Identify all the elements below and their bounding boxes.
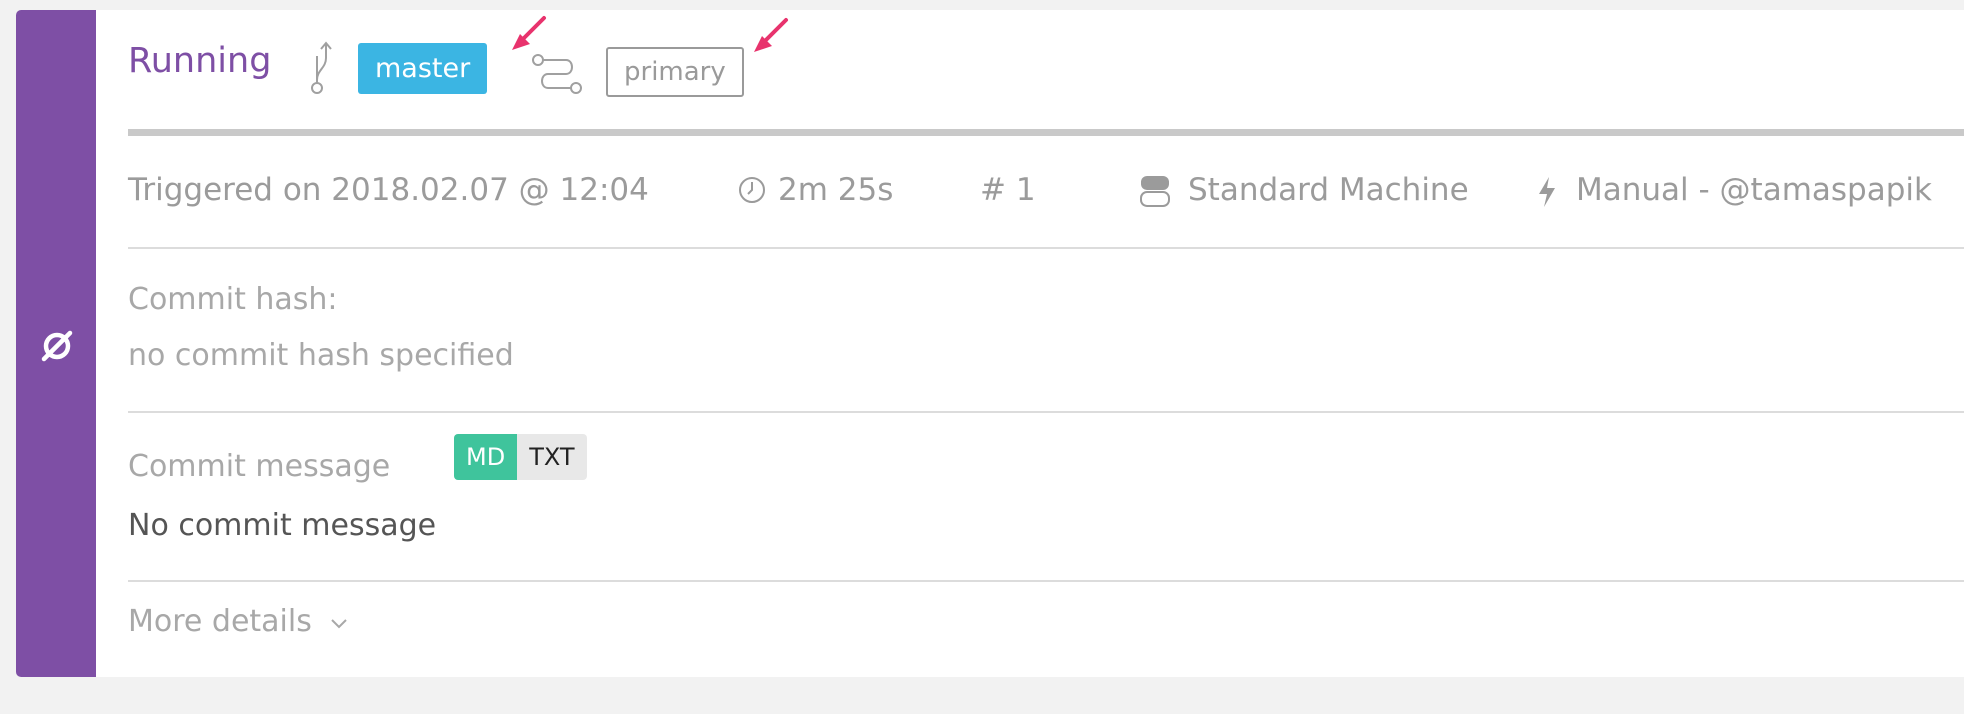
divider (128, 411, 1964, 413)
more-details-toggle[interactable]: More details (128, 602, 349, 642)
lightning-icon (1539, 177, 1555, 207)
build-content: Running master primary Triggered on 2018… (128, 10, 1964, 677)
commit-hash-value: no commit hash specified (128, 338, 514, 373)
aborted-circle-slash-icon (41, 330, 73, 362)
machine-type: Standard Machine (1188, 172, 1469, 208)
divider (128, 247, 1964, 249)
stack-icon (1140, 176, 1170, 207)
build-progress-bar (128, 129, 1964, 136)
commit-hash-label: Commit hash: (128, 282, 338, 317)
arrow-icon (754, 18, 788, 52)
more-details-label: More details (128, 604, 312, 639)
chevron-down-icon (331, 618, 348, 628)
triggered-on-text: Triggered on 2018.02.07 @ 12:04 (128, 172, 649, 208)
format-md-button[interactable]: MD (454, 434, 518, 480)
build-progress-fill (128, 129, 1964, 136)
format-txt-button[interactable]: TXT (517, 434, 587, 480)
build-status-label: Running (128, 41, 272, 81)
clock-icon (739, 177, 765, 203)
trigger-info: Manual - @tamaspapik (1576, 172, 1932, 208)
divider (128, 580, 1964, 582)
workflow-badge[interactable]: primary (606, 47, 744, 97)
build-card: Running master primary Triggered on 2018… (16, 10, 1964, 677)
arrow-icon (512, 16, 546, 50)
build-meta-row: Triggered on 2018.02.07 @ 12:04 2m 25s #… (128, 168, 1964, 212)
branch-icon (311, 41, 332, 94)
branch-badge[interactable]: master (358, 43, 488, 94)
commit-message-value: No commit message (128, 508, 437, 543)
build-number: # 1 (980, 172, 1036, 208)
build-duration: 2m 25s (778, 172, 894, 208)
format-toggle: MD TXT (454, 434, 587, 480)
commit-message-label: Commit message (128, 449, 391, 484)
status-bar (16, 10, 96, 677)
